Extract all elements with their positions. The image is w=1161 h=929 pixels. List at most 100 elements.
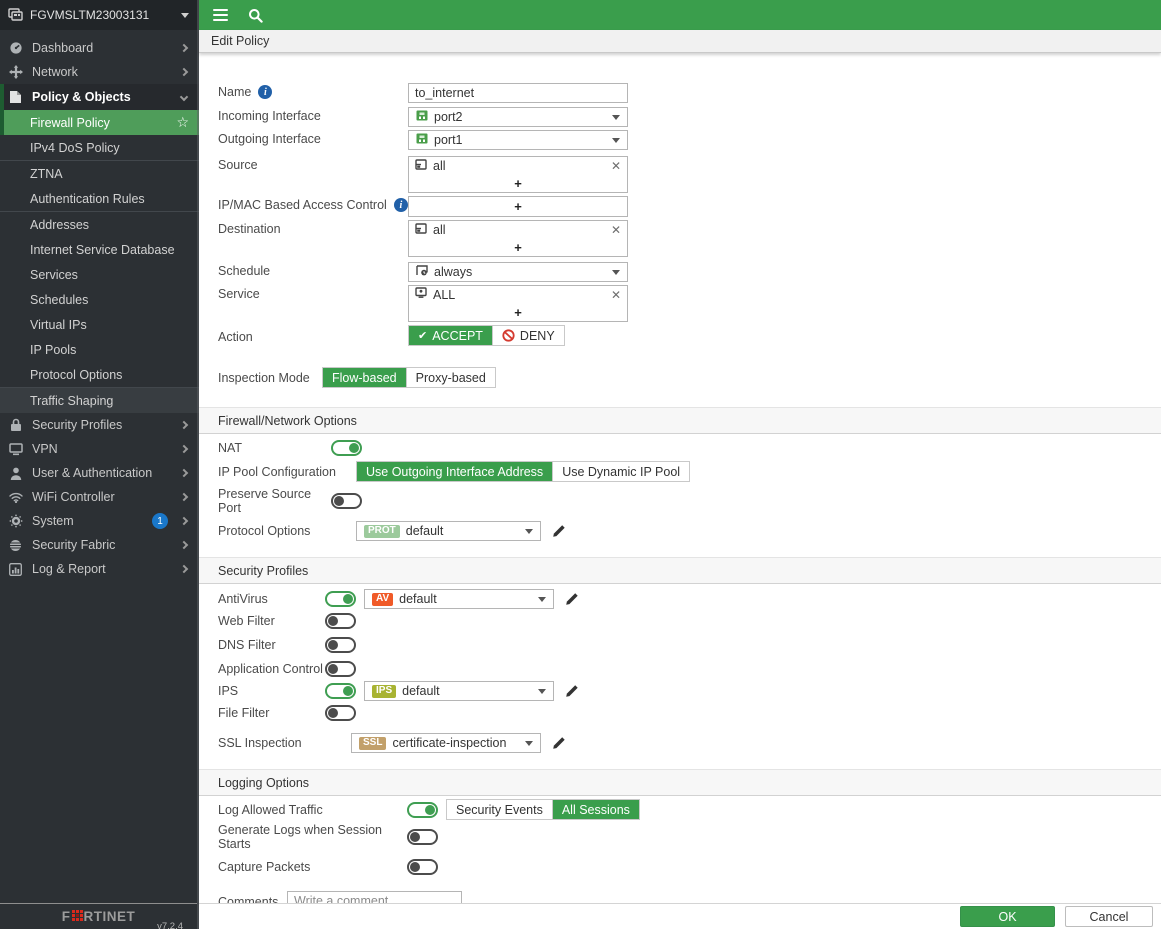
accept-button[interactable]: ✔ ACCEPT [409,326,493,345]
monitor-icon [8,442,23,457]
chevron-right-icon [180,421,188,429]
chevron-right-icon [180,469,188,477]
sidebar-item-user-authentication[interactable]: User & Authentication [0,461,199,485]
chevron-down-icon [180,93,188,101]
edit-ssl-inspection-icon[interactable] [552,736,566,750]
antivirus-toggle[interactable] [325,591,356,607]
app-root: FGVMSLTM23003131 Dashboard Network Polic… [0,0,1161,929]
dns-filter-toggle[interactable] [325,637,356,653]
caret-down-icon [612,138,620,143]
antivirus-label: AntiVirus [218,592,325,606]
antivirus-select[interactable]: AV default [364,589,554,609]
top-navbar [199,0,1161,30]
schedule-select[interactable]: always [408,262,628,282]
log-allowed-traffic-toggle[interactable] [407,802,438,818]
nat-toggle[interactable] [331,440,362,456]
outgoing-interface-select[interactable]: port1 [408,130,628,150]
sidebar-item-schedules[interactable]: Schedules [0,287,199,312]
sidebar-item-vpn[interactable]: VPN [0,437,199,461]
page-title-bar: Edit Policy [199,30,1161,53]
all-sessions-button[interactable]: All Sessions [553,800,639,819]
info-icon: i [258,85,272,99]
sidebar-item-dashboard[interactable]: Dashboard [0,36,199,60]
edit-antivirus-icon[interactable] [565,592,579,606]
preserve-source-port-label: Preserve Source Port [218,487,331,515]
remove-source-icon[interactable]: ✕ [611,159,621,173]
sidebar-item-wifi-controller[interactable]: WiFi Controller [0,485,199,509]
security-events-button[interactable]: Security Events [447,800,553,819]
ok-button[interactable]: OK [960,906,1055,927]
use-outgoing-interface-button[interactable]: Use Outgoing Interface Address [357,462,553,481]
name-label: Name [218,85,251,99]
sidebar-item-services[interactable]: Services [0,262,199,287]
sidebar-item-security-profiles[interactable]: Security Profiles [0,413,199,437]
application-control-toggle[interactable] [325,661,356,677]
comments-textarea[interactable] [287,891,462,903]
destination-entry[interactable]: all ✕ [409,221,627,239]
ips-select[interactable]: IPS default [364,681,554,701]
sidebar-item-ip-pools[interactable]: IP Pools [0,337,199,362]
deny-icon [502,329,515,342]
proxy-based-button[interactable]: Proxy-based [407,368,495,387]
ssl-inspection-select[interactable]: SSL certificate-inspection [351,733,541,753]
sidebar-item-network[interactable]: Network [0,60,199,84]
menu-icon[interactable] [213,9,228,21]
incoming-interface-select[interactable]: port2 [408,107,628,127]
deny-button[interactable]: DENY [493,326,564,345]
protocol-options-select[interactable]: PROT default [356,521,541,541]
favorite-star-icon[interactable]: ☆ [176,114,189,131]
wifi-icon [8,490,23,505]
capture-packets-toggle[interactable] [407,859,438,875]
action-label: Action [218,328,408,344]
sidebar-item-addresses[interactable]: Addresses [0,212,199,237]
sidebar-item-protocol-options[interactable]: Protocol Options [0,362,199,387]
policy-name-input[interactable] [408,83,628,103]
add-source-button[interactable]: + [409,175,627,192]
destination-box: all ✕ + [408,220,628,257]
sidebar-item-traffic-shaping[interactable]: Traffic Shaping [0,388,199,413]
schedule-label: Schedule [218,262,408,278]
device-name: FGVMSLTM23003131 [30,8,174,22]
service-entry[interactable]: ALL ✕ [409,286,627,304]
sidebar-item-log-report[interactable]: Log & Report [0,557,199,581]
device-selector[interactable]: FGVMSLTM23003131 [0,0,199,30]
destination-label: Destination [218,220,408,236]
sidebar-item-policy-objects[interactable]: Policy & Objects [0,84,199,110]
use-dynamic-ip-pool-button[interactable]: Use Dynamic IP Pool [553,462,689,481]
action-segmented-control: ✔ ACCEPT DENY [408,325,565,346]
add-service-button[interactable]: + [409,304,627,321]
add-ipmac-button[interactable]: + [409,197,627,216]
sidebar-item-system[interactable]: System 1 [0,509,199,533]
remove-destination-icon[interactable]: ✕ [611,223,621,237]
edit-policy-form: Namei Incoming Interface port2 Outgoing … [199,53,1161,903]
caret-down-icon [525,529,533,534]
fortinet-logo: F RTINET [62,909,136,924]
chevron-right-icon [180,445,188,453]
sidebar-item-security-fabric[interactable]: Security Fabric [0,533,199,557]
flow-based-button[interactable]: Flow-based [323,368,407,387]
sidebar-item-ztna[interactable]: ZTNA [0,161,199,186]
ips-toggle[interactable] [325,683,356,699]
sidebar-item-internet-service-database[interactable]: Internet Service Database [0,237,199,262]
edit-protocol-options-icon[interactable] [552,524,566,538]
edit-ips-icon[interactable] [565,684,579,698]
address-object-icon [415,157,427,175]
sidebar-item-ipv4-dos-policy[interactable]: IPv4 DoS Policy [0,135,199,160]
search-icon[interactable] [248,8,263,23]
cancel-button[interactable]: Cancel [1065,906,1153,927]
sidebar-item-firewall-policy[interactable]: Firewall Policy ☆ [0,110,199,135]
chevron-right-icon [180,565,188,573]
file-filter-toggle[interactable] [325,705,356,721]
sidebar-item-virtual-ips[interactable]: Virtual IPs [0,312,199,337]
source-entry[interactable]: all ✕ [409,157,627,175]
ipmac-label: IP/MAC Based Access Control [218,198,387,212]
remove-service-icon[interactable]: ✕ [611,288,621,302]
web-filter-toggle[interactable] [325,613,356,629]
add-destination-button[interactable]: + [409,239,627,256]
capture-packets-label: Capture Packets [218,860,407,874]
ssl-badge: SSL [359,737,386,750]
form-footer: OK Cancel [199,903,1161,929]
preserve-source-port-toggle[interactable] [331,493,362,509]
sidebar-item-authentication-rules[interactable]: Authentication Rules [0,186,199,211]
generate-logs-toggle[interactable] [407,829,438,845]
